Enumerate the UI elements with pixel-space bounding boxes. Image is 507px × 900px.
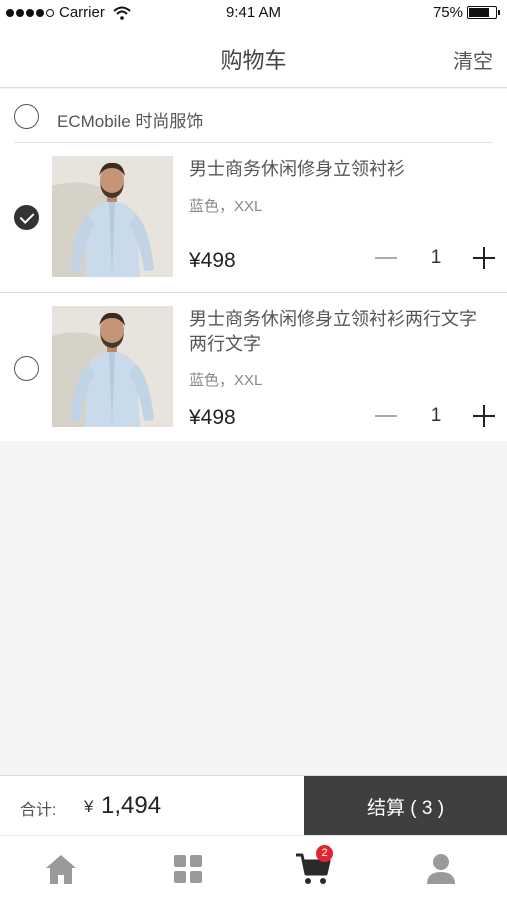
product-spec: 蓝色，XXL xyxy=(189,372,263,389)
decrease-quantity-button[interactable] xyxy=(375,257,397,259)
quantity-value: 1 xyxy=(430,247,442,268)
product-title[interactable]: 男士商务休闲修身立领衬衫两行文字两行文字 xyxy=(189,307,477,357)
tab-cart[interactable]: 2 xyxy=(295,845,333,887)
status-bar: Carrier 9:41 AM 75% xyxy=(0,0,507,26)
checkout-button[interactable]: 结算 ( 3 ) xyxy=(304,776,507,836)
cart-item: 男士商务休闲修身立领衬衫 蓝色，XXL ¥498 1 xyxy=(0,143,507,292)
total-currency: ¥ xyxy=(84,797,94,816)
checkout-bar: 合计: ¥ 1,494 结算 ( 3 ) xyxy=(0,775,507,836)
cart-badge: 2 xyxy=(316,845,333,862)
item-select-checkbox-checked[interactable] xyxy=(14,205,39,230)
navigation-bar: 购物车 清空 xyxy=(0,26,507,88)
quantity-stepper: 1 xyxy=(375,405,495,427)
clock: 9:41 AM xyxy=(225,4,282,21)
product-price: ¥498 xyxy=(189,249,236,272)
clear-cart-button[interactable]: 清空 xyxy=(453,45,493,74)
grid-icon xyxy=(174,855,202,883)
shop-name: ECMobile 时尚服饰 xyxy=(57,112,204,131)
battery-icon xyxy=(467,6,500,19)
product-image[interactable] xyxy=(52,156,173,277)
product-image[interactable] xyxy=(52,306,173,427)
home-icon xyxy=(46,855,76,884)
shop-header: ECMobile 时尚服饰 xyxy=(0,89,507,143)
item-select-checkbox[interactable] xyxy=(14,356,39,381)
tab-categories[interactable] xyxy=(170,851,206,887)
decrease-quantity-button[interactable] xyxy=(375,415,397,417)
shop-select-radio[interactable] xyxy=(14,104,39,129)
product-spec: 蓝色，XXL xyxy=(189,198,263,215)
quantity-value: 1 xyxy=(430,405,442,426)
quantity-stepper: 1 xyxy=(375,247,495,269)
cart-item: 男士商务休闲修身立领衬衫两行文字两行文字 蓝色，XXL ¥498 1 xyxy=(0,292,507,441)
user-icon xyxy=(427,854,455,884)
cart-list: ECMobile 时尚服饰 男士商务休闲修身立领衬衫 蓝色，XXL ¥498 1… xyxy=(0,89,507,441)
tab-profile[interactable] xyxy=(423,851,459,887)
product-price: ¥498 xyxy=(189,406,236,429)
page-title: 购物车 xyxy=(220,48,287,73)
tab-home[interactable] xyxy=(43,851,79,887)
increase-quantity-button[interactable] xyxy=(473,405,495,427)
total-label: 合计: xyxy=(20,802,57,819)
increase-quantity-button[interactable] xyxy=(473,247,495,269)
product-title[interactable]: 男士商务休闲修身立领衬衫 xyxy=(189,157,477,182)
total-amount: 1,494 xyxy=(101,792,162,819)
battery-percent: 75% xyxy=(432,4,463,21)
tab-bar: 2 xyxy=(0,835,507,900)
